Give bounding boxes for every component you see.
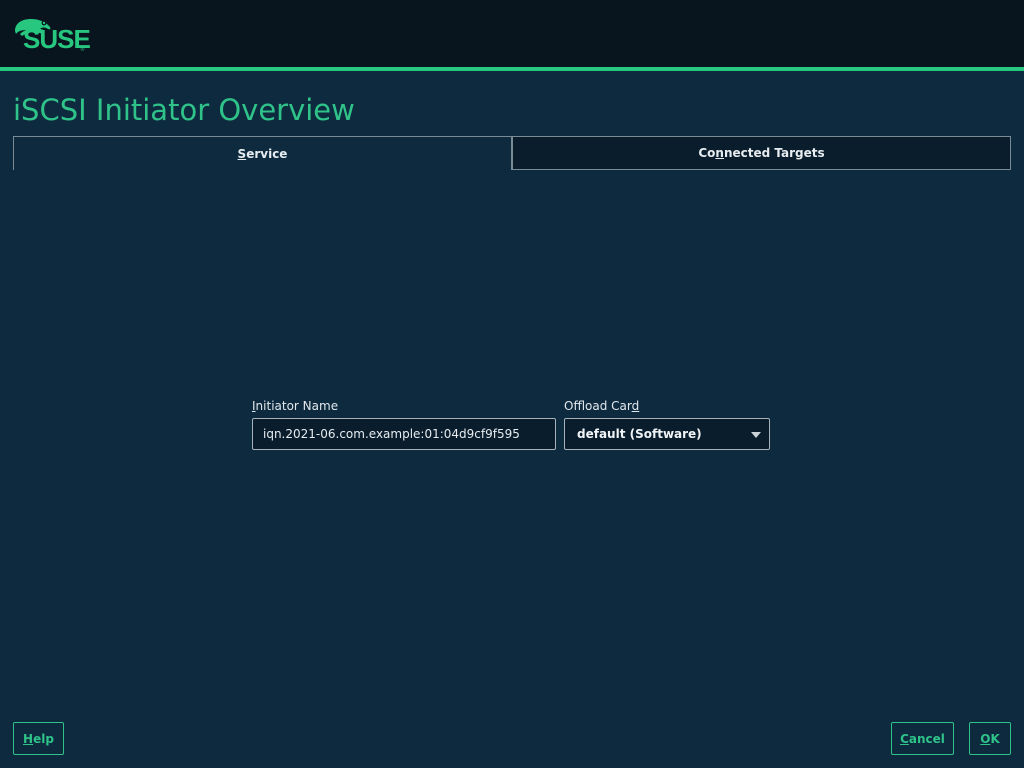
cancel-button-mnemonic: C xyxy=(900,731,909,746)
header-bar: SUSE ® xyxy=(0,0,1024,67)
offload-card-value: default (Software) xyxy=(577,427,702,441)
initiator-name-label: Initiator Name xyxy=(252,399,338,413)
initiator-name-input[interactable] xyxy=(252,418,556,450)
initiator-name-label-text: nitiator Name xyxy=(255,399,339,413)
ok-button-label: K xyxy=(990,731,1000,746)
offload-card-mnemonic: d xyxy=(631,399,640,413)
offload-card-label-text: Offload Car xyxy=(564,399,632,413)
registered-mark: ® xyxy=(80,47,85,53)
offload-card-label: Offload Card xyxy=(564,399,639,413)
help-button-mnemonic: H xyxy=(23,731,34,746)
tab-connected-targets-mnemonic: n xyxy=(715,146,724,160)
chevron-down-icon xyxy=(751,432,761,438)
help-button[interactable]: Help xyxy=(13,722,64,755)
help-button-label: elp xyxy=(33,731,54,746)
tab-service-mnemonic: S xyxy=(237,146,247,161)
cancel-button[interactable]: Cancel xyxy=(891,722,954,755)
ok-button[interactable]: OK xyxy=(969,722,1011,755)
tab-connected-targets-label: nected Targets xyxy=(723,146,825,160)
offload-card-select[interactable]: default (Software) xyxy=(564,418,770,450)
ok-button-mnemonic: O xyxy=(980,731,991,746)
tab-connected-targets-label-start: Co xyxy=(698,146,716,160)
tab-connected-targets[interactable]: Co n nected Targets xyxy=(512,136,1011,170)
suse-logo: SUSE ® xyxy=(13,17,91,55)
tab-service-label: ervice xyxy=(246,146,288,161)
tab-service[interactable]: Service xyxy=(13,136,512,170)
accent-bar xyxy=(0,67,1024,71)
page-title: iSCSI Initiator Overview xyxy=(13,93,355,127)
tab-bar: Service Co n nected Targets xyxy=(13,136,1011,170)
cancel-button-label: ancel xyxy=(908,731,945,746)
